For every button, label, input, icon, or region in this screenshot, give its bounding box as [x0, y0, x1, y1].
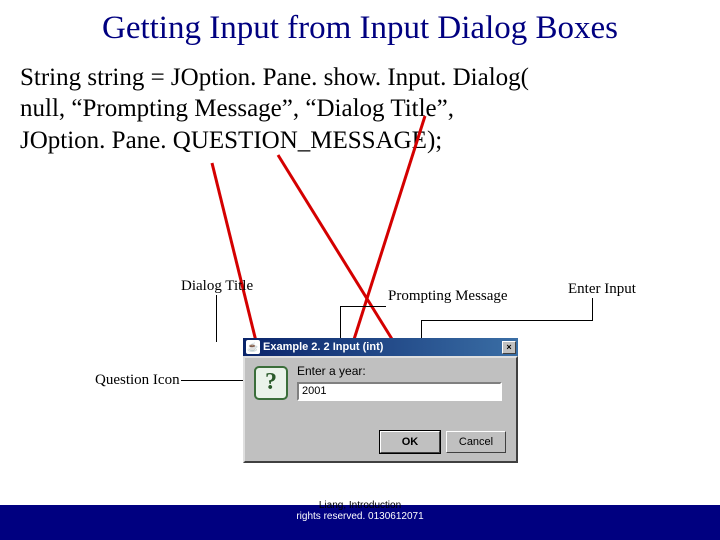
leader-enter-input-h1 [422, 320, 592, 321]
label-question-icon: Question Icon [95, 372, 180, 389]
close-icon[interactable]: × [502, 341, 516, 354]
label-dialog-title: Dialog Title [181, 278, 253, 295]
cancel-button[interactable]: Cancel [446, 431, 506, 453]
label-prompting-message: Prompting Message [388, 288, 508, 305]
code-block: String string = JOption. Pane. show. Inp… [20, 62, 529, 156]
code-line-1: String string = JOption. Pane. show. Inp… [20, 62, 529, 93]
dialog-button-row: OK Cancel [380, 431, 506, 453]
label-enter-input: Enter Input [568, 281, 636, 298]
ok-button[interactable]: OK [380, 431, 440, 453]
dialog-figure: Dialog Title Prompting Message Enter Inp… [113, 278, 683, 478]
dialog-body: ? Enter a year: 2001 OK Cancel [243, 356, 518, 463]
code-line-2: null, “Prompting Message”, “Dialog Title… [20, 93, 529, 124]
slide: Getting Input from Input Dialog Boxes St… [0, 0, 720, 540]
dialog-window-title: Example 2. 2 Input (int) [263, 341, 502, 353]
question-icon: ? [254, 366, 288, 400]
leader-prompting-message-h [341, 306, 386, 307]
dialog-prompt: Enter a year: [297, 364, 366, 378]
java-input-dialog: ☕ Example 2. 2 Input (int) × ? Enter a y… [243, 338, 518, 463]
footer-line2: rights reserved. 0130612071 [296, 511, 423, 522]
java-icon: ☕ [246, 340, 260, 354]
footer-line1-left: Liang, Introduction [319, 500, 401, 511]
code-line-3: JOption. Pane. QUESTION_MESSAGE); [20, 125, 529, 156]
slide-title: Getting Input from Input Dialog Boxes [0, 10, 720, 47]
dialog-input[interactable]: 2001 [297, 382, 502, 401]
footer-text: Liang, Introduction rights reserved. 013… [0, 500, 720, 522]
leader-dialog-title [216, 295, 217, 342]
dialog-titlebar: ☕ Example 2. 2 Input (int) × [243, 338, 518, 356]
leader-enter-input-v2 [592, 298, 593, 321]
